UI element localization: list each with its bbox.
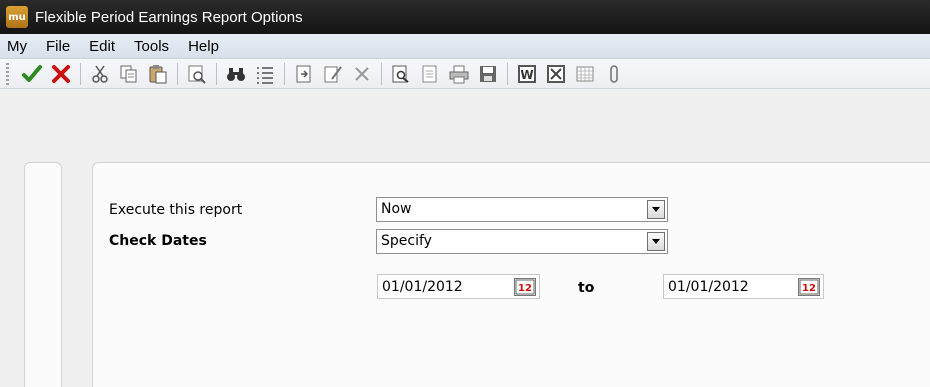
menu-my[interactable]: My — [0, 38, 36, 55]
binoculars-icon[interactable] — [223, 61, 249, 87]
find-record-icon[interactable] — [184, 61, 210, 87]
menu-bar: My File Edit Tools Help — [0, 34, 930, 59]
svg-text:12: 12 — [802, 283, 816, 294]
app-logo: mu — [6, 6, 28, 28]
toolbar: W — [0, 59, 930, 89]
menu-help[interactable]: Help — [178, 38, 228, 55]
list-icon[interactable] — [252, 61, 278, 87]
menu-edit[interactable]: Edit — [79, 38, 124, 55]
export-icon[interactable] — [291, 61, 317, 87]
execute-select[interactable]: Now — [376, 197, 668, 222]
chevron-down-icon[interactable] — [647, 200, 665, 219]
check-dates-label: Check Dates — [109, 233, 207, 249]
document-icon[interactable] — [417, 61, 443, 87]
date-to-value: 01/01/2012 — [668, 279, 749, 295]
toolbar-separator — [507, 62, 508, 85]
toolbar-separator — [177, 62, 178, 85]
toolbar-separator — [284, 62, 285, 85]
check-dates-select-value: Specify — [381, 233, 432, 249]
toolbar-separator — [80, 62, 81, 85]
report-options-area: Execute this report Now Check Dates Spec… — [0, 90, 930, 387]
date-from-field[interactable]: 01/01/2012 12 — [377, 274, 540, 299]
svg-text:12: 12 — [518, 283, 532, 294]
paste-icon[interactable] — [145, 61, 171, 87]
menu-tools[interactable]: Tools — [124, 38, 178, 55]
side-panel — [24, 162, 62, 387]
toolbar-grip[interactable] — [6, 62, 9, 85]
grid-icon[interactable] — [572, 61, 598, 87]
printer-icon[interactable] — [446, 61, 472, 87]
cancel-x-icon[interactable] — [48, 61, 74, 87]
date-to-field[interactable]: 01/01/2012 12 — [663, 274, 824, 299]
calendar-icon[interactable]: 12 — [798, 278, 820, 296]
ok-check-icon[interactable] — [19, 61, 45, 87]
title-bar: mu Flexible Period Earnings Report Optio… — [0, 0, 930, 34]
save-icon[interactable] — [475, 61, 501, 87]
copy-icon[interactable] — [116, 61, 142, 87]
attachment-icon[interactable] — [601, 61, 627, 87]
toolbar-separator — [216, 62, 217, 85]
word-icon[interactable]: W — [514, 61, 540, 87]
date-from-value: 01/01/2012 — [382, 279, 463, 295]
execute-label: Execute this report — [109, 202, 243, 218]
edit-icon[interactable] — [320, 61, 346, 87]
print-preview-icon[interactable] — [388, 61, 414, 87]
chevron-down-icon[interactable] — [647, 232, 665, 251]
window-title: Flexible Period Earnings Report Options — [35, 8, 303, 26]
excel-icon[interactable] — [543, 61, 569, 87]
date-range-to-label: to — [578, 280, 595, 296]
calendar-icon[interactable]: 12 — [514, 278, 536, 296]
delete-icon[interactable] — [349, 61, 375, 87]
execute-select-value: Now — [381, 201, 412, 217]
menu-file[interactable]: File — [36, 38, 79, 55]
check-dates-select[interactable]: Specify — [376, 229, 668, 254]
cut-icon[interactable] — [87, 61, 113, 87]
svg-text:W: W — [520, 68, 533, 82]
toolbar-separator — [381, 62, 382, 85]
